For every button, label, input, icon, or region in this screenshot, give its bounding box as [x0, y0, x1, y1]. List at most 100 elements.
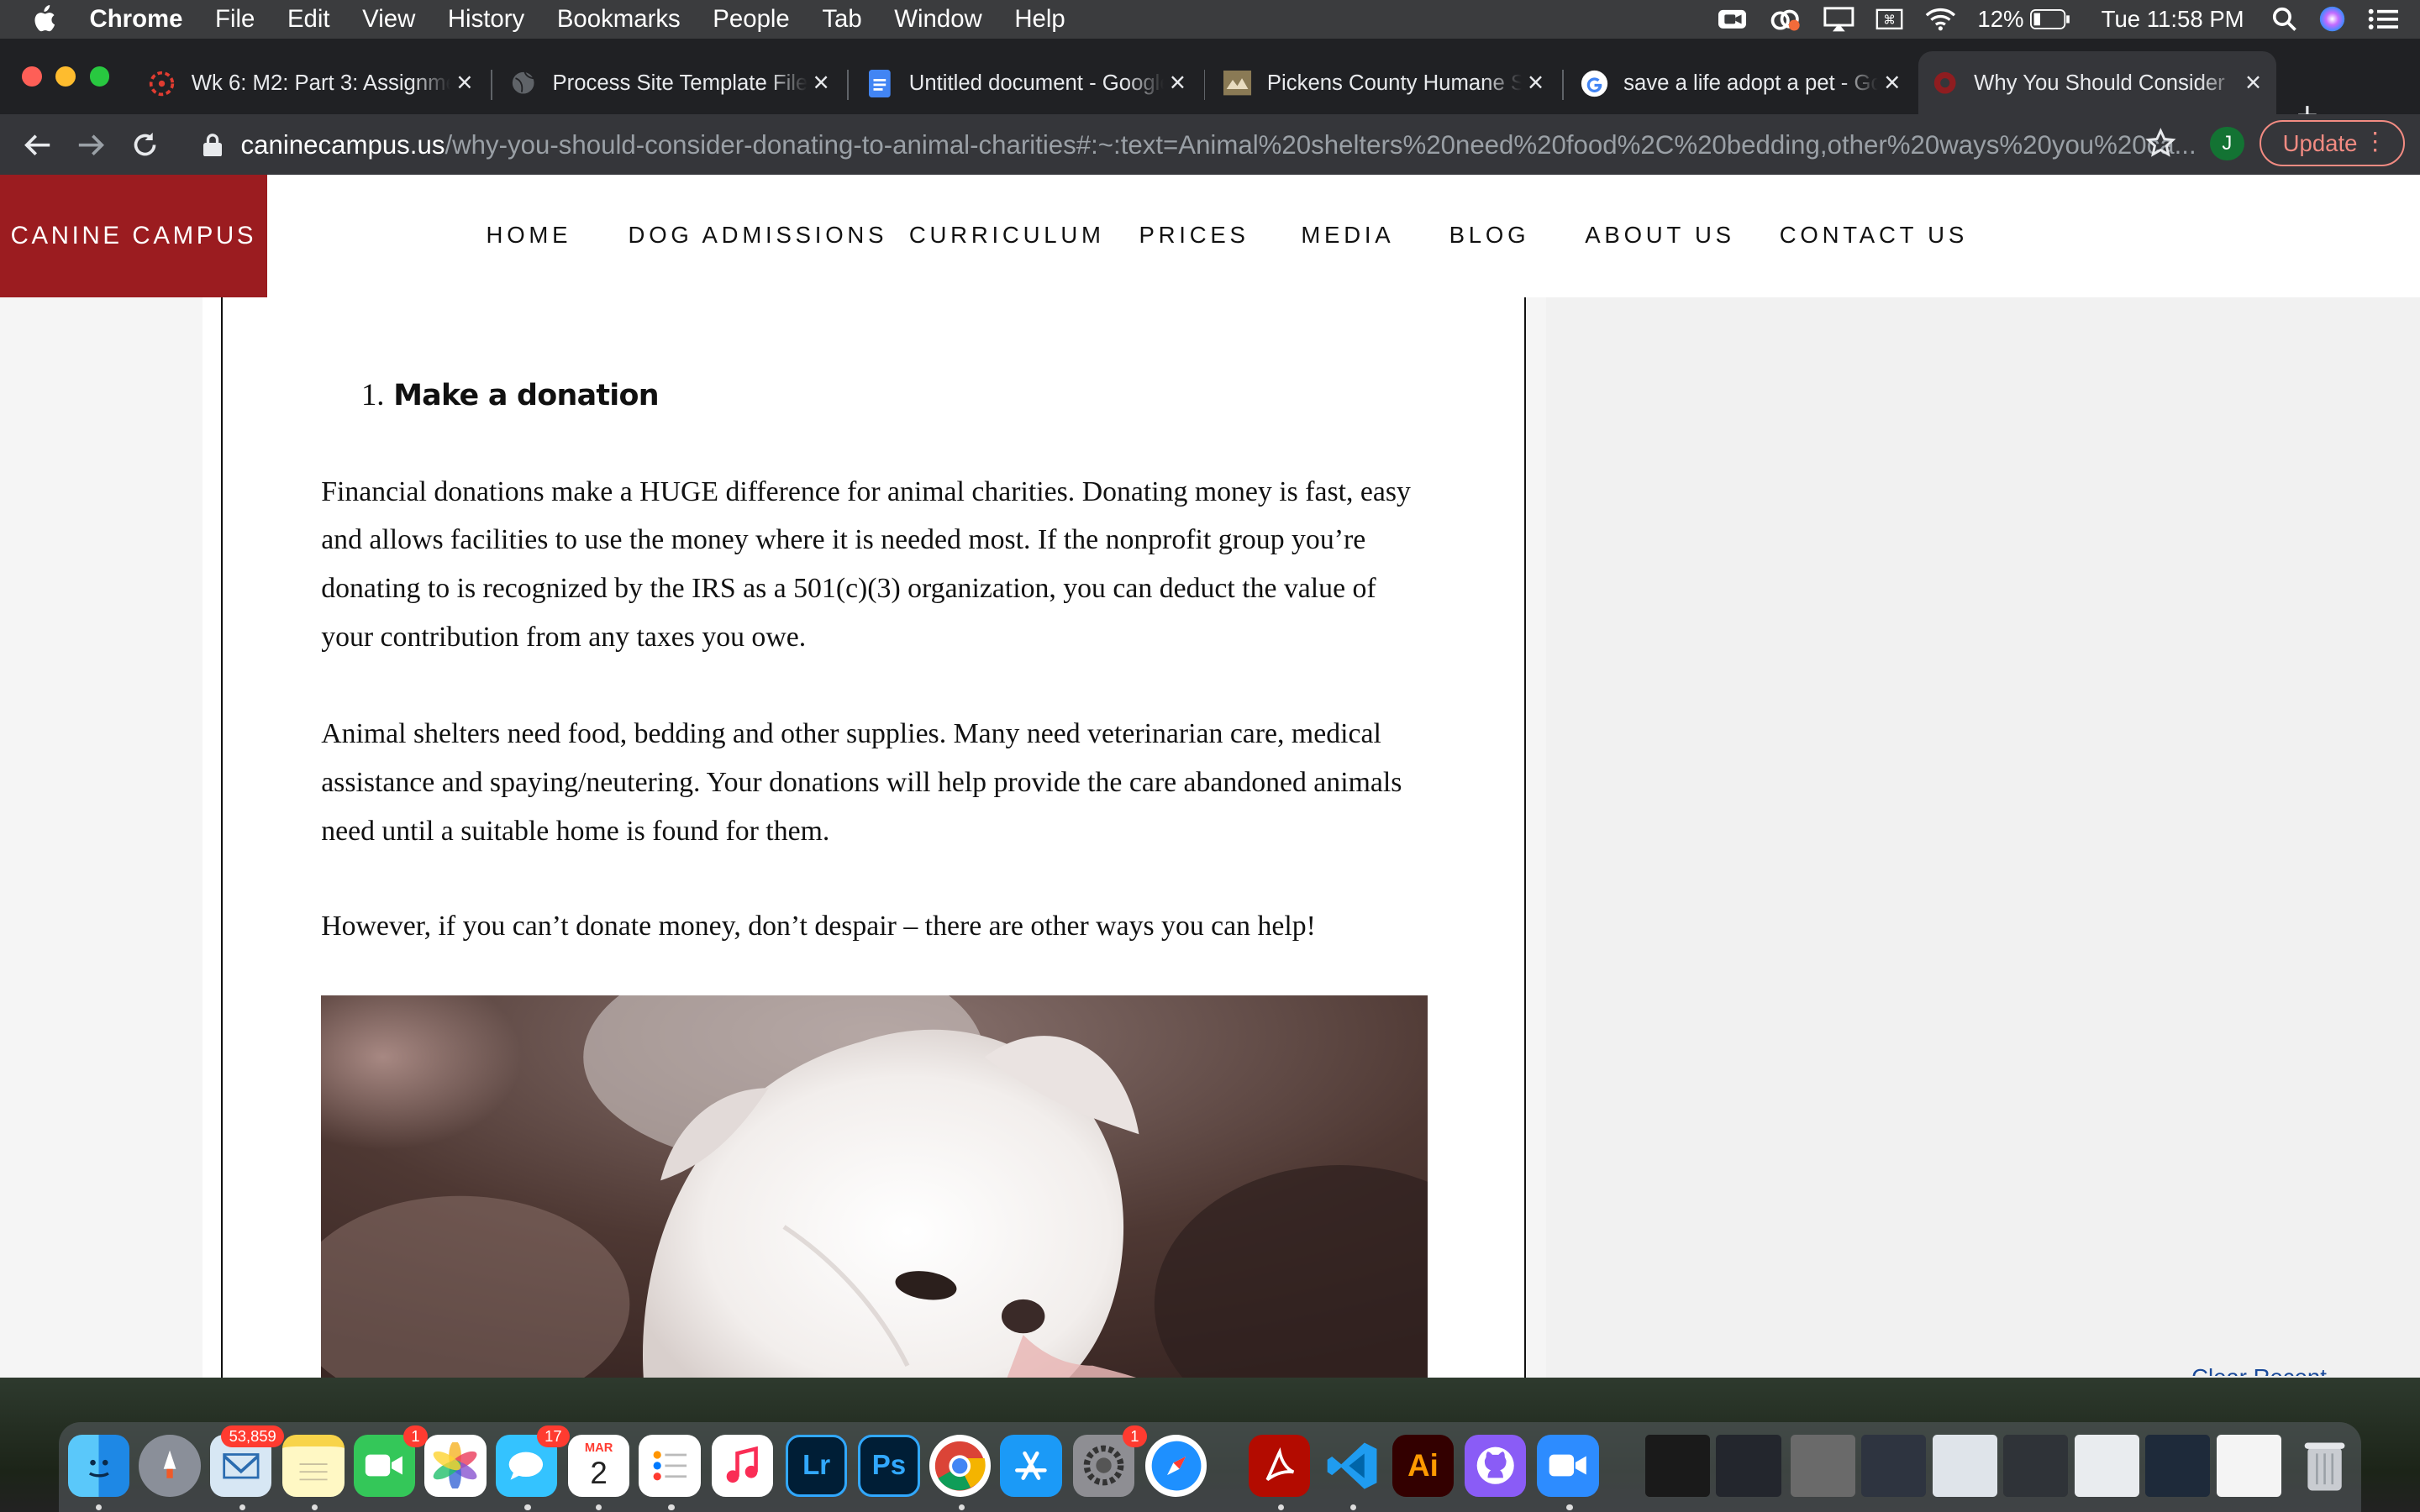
tab-pickens-county[interactable]: Pickens County Humane Society × — [1212, 51, 1559, 116]
wifi-icon[interactable] — [1925, 8, 1956, 31]
browser-toolbar: caninecampus.us/why-you-should-consider-… — [0, 113, 2420, 175]
nav-prices[interactable]: PRICES — [1139, 222, 1249, 249]
spotlight-search-icon[interactable] — [2272, 7, 2296, 32]
menu-people[interactable]: People — [713, 5, 789, 34]
recent-window-thumbnail[interactable] — [2074, 1435, 2139, 1497]
photos-icon[interactable] — [424, 1435, 487, 1497]
menu-view[interactable]: View — [362, 5, 415, 34]
reload-button[interactable] — [129, 129, 160, 160]
airplay-icon[interactable] — [1823, 7, 1854, 32]
keyboard-viewer-icon[interactable]: ⌘ — [1876, 8, 1903, 30]
menu-window[interactable]: Window — [894, 5, 981, 34]
bookmark-star-icon[interactable] — [2145, 128, 2176, 165]
page-left-margin — [202, 297, 221, 1378]
tab-process-site-template[interactable]: Process Site Template File × — [497, 51, 844, 116]
menu-file[interactable]: File — [215, 5, 255, 34]
menu-tab[interactable]: Tab — [822, 5, 861, 34]
chrome-icon[interactable] — [929, 1435, 992, 1497]
zoom-icon[interactable] — [1537, 1435, 1599, 1497]
recent-window-thumbnail[interactable] — [1644, 1435, 1711, 1497]
lock-icon[interactable] — [203, 134, 223, 157]
url-path: /why-you-should-consider-donating-to-ani… — [445, 129, 2196, 160]
zoom-window-button[interactable] — [89, 66, 110, 87]
page-viewport: CANINE CAMPUS HOME DOG ADMISSIONS CURRIC… — [0, 174, 2420, 1378]
launchpad-icon[interactable] — [139, 1435, 201, 1497]
tab-active-why-you-should-consider[interactable]: Why You Should Consider × — [1918, 50, 2277, 116]
finder-icon[interactable] — [67, 1435, 130, 1497]
facetime-icon[interactable]: 1 — [353, 1425, 428, 1497]
menu-app-chrome[interactable]: Chrome — [89, 5, 182, 34]
illustrator-icon[interactable]: Ai — [1392, 1435, 1455, 1497]
lightroom-icon[interactable]: Lr — [785, 1435, 848, 1497]
acrobat-icon[interactable] — [1248, 1435, 1311, 1497]
close-tab-icon[interactable]: × — [1878, 67, 1906, 99]
tab-title: Wk 6: M2: Part 3: Assignment — [191, 71, 451, 95]
status-area: ⌘ 12% Tue 11:58 PM — [1718, 0, 2420, 39]
back-button[interactable] — [22, 129, 53, 160]
tab-google-search[interactable]: save a life adopt a pet - Google Search … — [1568, 51, 1915, 116]
profile-avatar[interactable]: J — [2210, 126, 2244, 160]
trash-icon[interactable] — [2293, 1435, 2354, 1496]
battery-status[interactable]: 12% — [1977, 6, 2070, 33]
close-window-button[interactable] — [21, 66, 42, 87]
creative-cloud-icon[interactable] — [1768, 7, 1802, 31]
site-logo[interactable]: CANINE CAMPUS — [0, 174, 267, 298]
minimize-window-button[interactable] — [55, 66, 76, 87]
nav-blog[interactable]: BLOG — [1449, 222, 1530, 249]
battery-icon — [2030, 9, 2070, 29]
recent-window-thumbnail[interactable] — [1932, 1435, 1997, 1497]
recent-window-thumbnail[interactable] — [2145, 1435, 2211, 1497]
menu-history[interactable]: History — [448, 5, 524, 34]
tab-google-doc[interactable]: Untitled document - Google Docs × — [854, 51, 1201, 116]
list-heading-text: Make a donation — [393, 379, 659, 413]
nav-dog-admissions[interactable]: DOG ADMISSIONS — [629, 222, 888, 249]
tab-strip: Wk 6: M2: Part 3: Assignment × Process S… — [0, 38, 2420, 134]
nav-contact-us[interactable]: CONTACT US — [1780, 222, 1968, 249]
system-preferences-icon[interactable]: 1 — [1072, 1425, 1147, 1497]
calendar-day: 2 — [590, 1455, 608, 1490]
running-indicator — [239, 1504, 246, 1511]
nav-curriculum[interactable]: CURRICULUM — [909, 222, 1105, 249]
paragraph-shelters: Animal shelters need food, bedding and o… — [321, 717, 1402, 847]
close-tab-icon[interactable]: × — [808, 67, 835, 99]
mail-icon[interactable]: 53,859 — [209, 1425, 284, 1497]
photoshop-icon[interactable]: Ps — [858, 1435, 920, 1497]
more-menu-icon[interactable]: ⋮ — [2363, 129, 2387, 154]
recent-window-thumbnail[interactable] — [2216, 1435, 2281, 1497]
tab-assignment[interactable]: Wk 6: M2: Part 3: Assignment × — [136, 51, 488, 116]
globe-icon — [509, 70, 537, 97]
battery-percent: 12% — [1977, 5, 2024, 32]
menu-bookmarks[interactable]: Bookmarks — [557, 5, 681, 34]
close-tab-icon[interactable]: × — [1522, 67, 1549, 99]
nav-about-us[interactable]: ABOUT US — [1585, 222, 1735, 249]
vscode-icon[interactable] — [1321, 1435, 1382, 1496]
recent-window-thumbnail[interactable] — [1716, 1435, 1781, 1497]
calendar-icon[interactable]: MAR 2 — [567, 1435, 630, 1497]
nav-home[interactable]: HOME — [487, 222, 572, 249]
zoom-status-icon[interactable] — [1718, 8, 1746, 30]
close-tab-icon[interactable]: × — [1164, 67, 1192, 99]
nav-media[interactable]: MEDIA — [1301, 222, 1394, 249]
siri-icon[interactable] — [2318, 5, 2346, 33]
close-tab-icon[interactable]: × — [450, 67, 478, 99]
menu-help[interactable]: Help — [1014, 5, 1065, 34]
apple-logo-icon[interactable] — [31, 5, 62, 33]
reminders-icon[interactable] — [639, 1435, 701, 1497]
app-store-icon[interactable] — [1000, 1435, 1062, 1497]
recent-window-thumbnail[interactable] — [1861, 1435, 1927, 1497]
address-bar[interactable]: caninecampus.us/why-you-should-consider-… — [185, 120, 2196, 170]
menu-edit[interactable]: Edit — [287, 5, 330, 34]
music-icon[interactable] — [711, 1435, 774, 1497]
recent-window-thumbnail[interactable] — [1790, 1435, 1855, 1497]
notes-icon[interactable] — [282, 1435, 345, 1497]
recent-window-thumbnail[interactable] — [2003, 1435, 2069, 1497]
close-tab-icon[interactable]: × — [2239, 67, 2267, 99]
github-desktop-icon[interactable] — [1465, 1435, 1527, 1497]
messages-icon[interactable]: 17 — [495, 1425, 570, 1497]
clock[interactable]: Tue 11:58 PM — [2102, 6, 2244, 33]
safari-icon[interactable] — [1144, 1435, 1207, 1497]
running-indicator — [524, 1504, 531, 1511]
forward-button[interactable] — [76, 129, 107, 160]
update-button[interactable]: Update ⋮ — [2259, 120, 2405, 167]
notification-center-icon[interactable] — [2368, 8, 2399, 30]
